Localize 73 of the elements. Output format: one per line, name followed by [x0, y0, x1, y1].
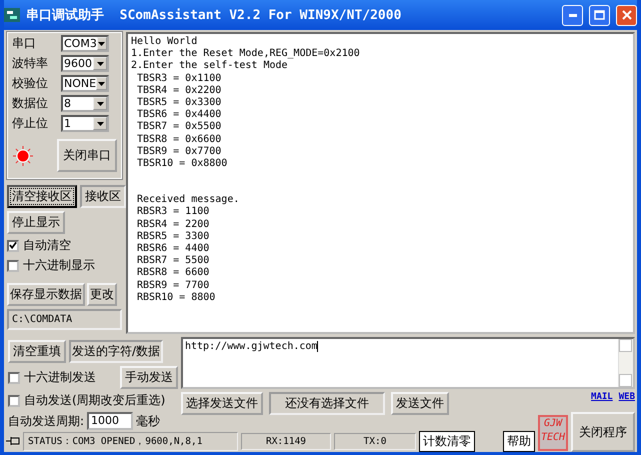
- checkbox[interactable]: [7, 240, 19, 252]
- send-field[interactable]: http://www.gjwtech.com: [181, 337, 635, 389]
- received-line: RBSR7 = 5500: [136, 255, 210, 268]
- received-line: TBSR4 = 0x2200: [136, 84, 222, 98]
- close-port-button[interactable]: 关闭串口: [57, 139, 117, 172]
- stop-display-button[interactable]: 停止显示: [7, 211, 65, 234]
- received-line: TBSR9 = 0x7700: [136, 146, 222, 158]
- received-line: Hello World: [131, 36, 198, 48]
- setting-dropdown[interactable]: 9600: [61, 55, 109, 72]
- maximize-button[interactable]: [589, 4, 610, 26]
- window-title: 串口调试助手 SComAssistant V2.2 For WIN9X/NT/2000: [26, 6, 402, 24]
- received-line: TBSR7 = 0x5500: [136, 121, 222, 134]
- checkbox[interactable]: [7, 260, 19, 272]
- rx-counter: RX:1149: [241, 432, 331, 450]
- clear-send-button[interactable]: 清空重填: [8, 340, 66, 363]
- help-button[interactable]: 帮助: [503, 430, 535, 452]
- received-line: TBSR5 = 0x3300: [136, 97, 222, 110]
- tx-counter: TX:0: [334, 432, 416, 450]
- received-line: RBSR8 = 6600: [136, 267, 210, 280]
- period-unit: 毫秒: [136, 412, 160, 430]
- app-icon: [4, 8, 20, 22]
- minimize-icon: [568, 14, 576, 16]
- file-status: 还没有选择文件: [269, 392, 385, 415]
- checkbox-label: 自动清空: [23, 237, 71, 254]
- setting-dropdown[interactable]: 1: [61, 115, 109, 132]
- checkbox[interactable]: [8, 394, 20, 406]
- received-line: TBSR10 = 0x8800: [136, 158, 228, 170]
- setting-label: 串口: [12, 35, 37, 52]
- close-program-button[interactable]: 关闭程序: [571, 412, 635, 452]
- send-file-button[interactable]: 发送文件: [391, 392, 449, 415]
- choose-file-button[interactable]: 选择发送文件: [181, 392, 263, 415]
- checkbox[interactable]: [8, 372, 20, 384]
- setting-dropdown[interactable]: NONE: [61, 75, 109, 92]
- received-line: TBSR6 = 0x4400: [136, 109, 222, 122]
- received-line: Received message.: [136, 194, 240, 206]
- scrollbar[interactable]: [618, 339, 633, 387]
- checkbox-label: 十六进制发送: [24, 369, 96, 386]
- setting-dropdown[interactable]: 8: [61, 95, 109, 112]
- setting-label: 数据位: [12, 95, 49, 112]
- received-line: RBSR9 = 7700: [136, 280, 210, 292]
- received-line: RBSR5 = 3300: [136, 230, 210, 244]
- received-line: 2.Enter the self-test Mode: [131, 60, 289, 73]
- save-path-field: C:\COMDATA: [7, 309, 122, 330]
- received-line: RBSR3 = 1100: [136, 206, 210, 219]
- manual-send-button[interactable]: 手动发送: [120, 366, 178, 389]
- checkbox-label: 自动发送(周期改变后重选): [24, 392, 166, 409]
- close-icon: [622, 10, 632, 20]
- setting-dropdown[interactable]: COM3: [61, 35, 109, 52]
- received-line: RBSR10 = 8800: [136, 292, 216, 304]
- link[interactable]: WEB: [618, 392, 635, 402]
- received-line: 1.Enter the Reset Mode,REG_MODE=0x2100: [131, 48, 361, 60]
- received-line: TBSR8 = 0x6600: [136, 134, 222, 146]
- send-label: 发送的字符/数据: [69, 340, 164, 363]
- reset-count-button[interactable]: 计数清零: [419, 430, 475, 452]
- setting-label: 停止位: [12, 115, 49, 132]
- close-button[interactable]: [616, 4, 637, 26]
- receive-label: 接收区: [80, 185, 126, 208]
- minimize-button[interactable]: [562, 4, 583, 26]
- clear-receive-button[interactable]: 清空接收区: [7, 185, 77, 208]
- maximize-icon: [594, 10, 605, 20]
- change-button[interactable]: 更改: [87, 283, 117, 306]
- period-label: 自动发送周期:: [8, 412, 84, 430]
- setting-label: 波特率: [12, 55, 49, 72]
- received-line: RBSR4 = 2200: [136, 218, 210, 231]
- period-field[interactable]: 1000: [87, 412, 134, 430]
- received-line: TBSR3 = 0x1100: [136, 72, 222, 85]
- checkbox-label: 十六进制显示: [23, 257, 95, 274]
- setting-label: 校验位: [12, 75, 49, 92]
- status-text: STATUS：COM3 OPENED，9600,N,8,1: [23, 432, 238, 450]
- pin-icon: [6, 436, 20, 446]
- link[interactable]: MAIL: [591, 392, 613, 402]
- received-line: RBSR6 = 4400: [136, 243, 210, 256]
- save-data-button[interactable]: 保存显示数据: [7, 283, 85, 306]
